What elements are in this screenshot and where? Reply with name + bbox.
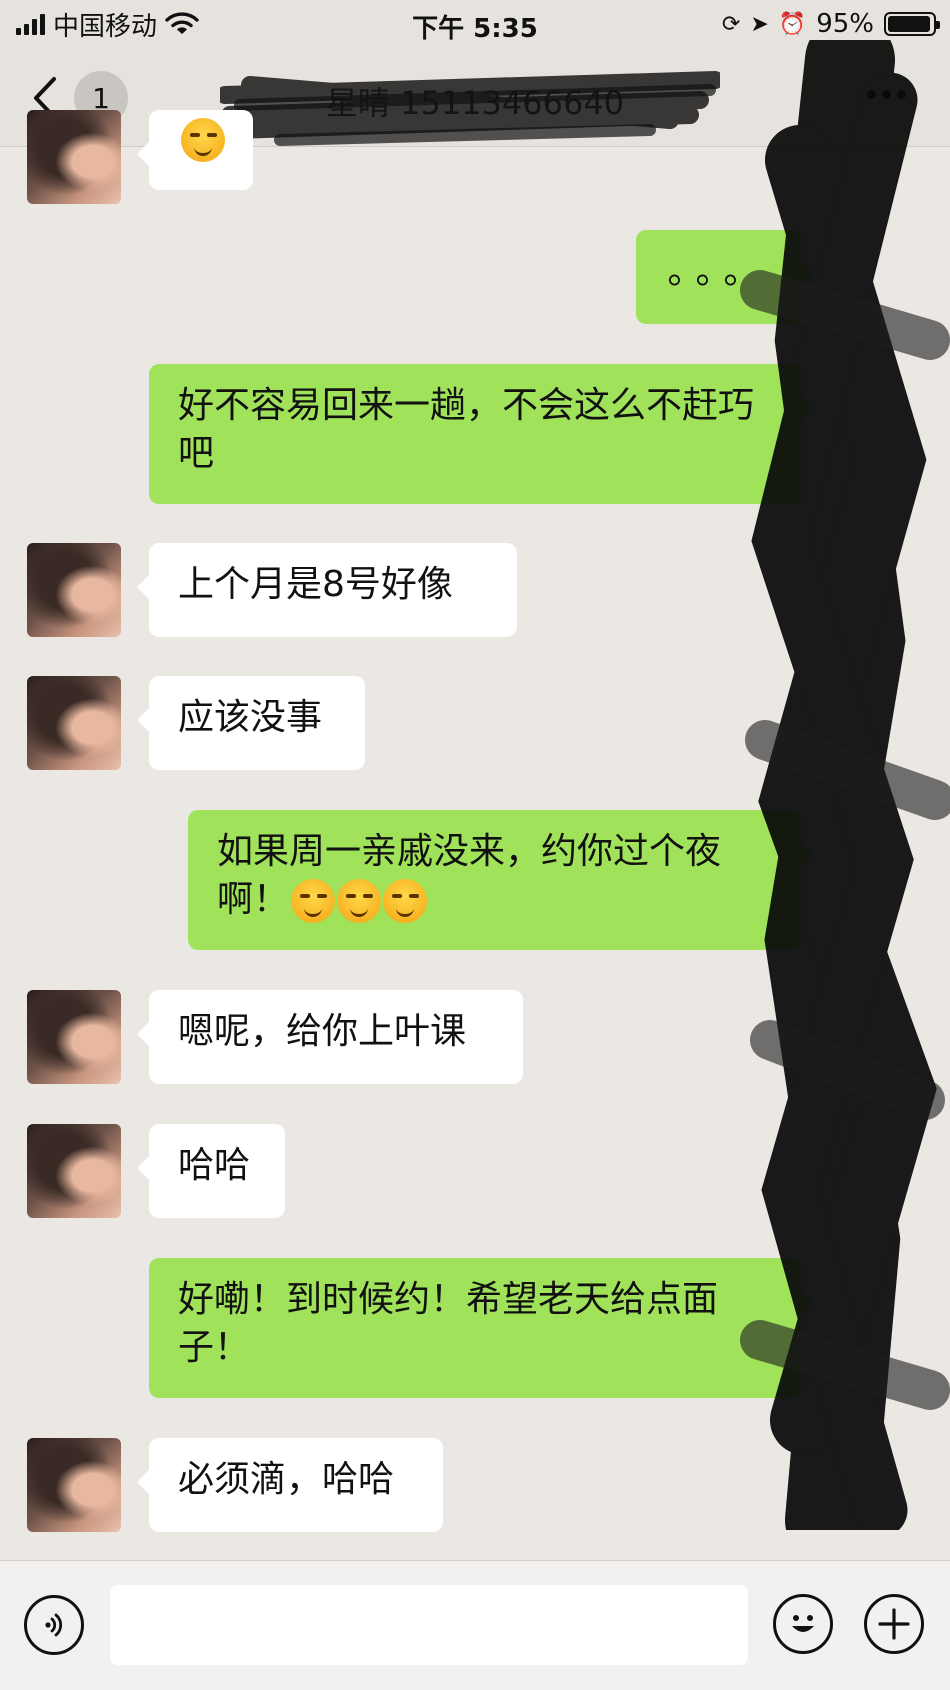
plus-icon xyxy=(878,1608,910,1640)
message-bubble[interactable]: 上个月是8号好像 xyxy=(137,543,517,637)
smiling-face-emoji xyxy=(291,879,336,923)
avatar[interactable] xyxy=(27,990,121,1084)
avatar[interactable] xyxy=(27,676,121,770)
status-right: ⟳ ➤ ⏰ 95% xyxy=(721,8,940,40)
avatar[interactable] xyxy=(27,1124,121,1218)
message-bubble[interactable]: 必须滴，哈哈 xyxy=(137,1438,443,1532)
message-text: 上个月是8号好像 xyxy=(178,564,453,605)
message-text: 哈哈 xyxy=(178,1145,251,1186)
message-bubble[interactable]: 哈哈 xyxy=(137,1124,285,1218)
voice-button[interactable] xyxy=(24,1595,84,1655)
voice-icon xyxy=(45,1613,63,1637)
avatar[interactable] xyxy=(27,543,121,637)
message-bubble[interactable]: 好不容易回来一趟，不会这么不赶巧吧 xyxy=(149,364,813,504)
title-redaction xyxy=(220,71,720,146)
message-text: 好不容易回来一趟，不会这么不赶巧吧 xyxy=(178,385,755,474)
message-bubble[interactable]: 嗯呢，给你上叶课 xyxy=(137,990,523,1084)
plus-button[interactable] xyxy=(864,1594,924,1654)
message-bubble[interactable]: 如果周一亲戚没来，约你过个夜啊！ xyxy=(188,810,813,950)
location-icon: ➤ xyxy=(750,11,769,37)
message-text: 必须滴，哈哈 xyxy=(178,1459,395,1500)
input-bar xyxy=(0,1560,950,1690)
smiling-face-emoji xyxy=(383,879,428,923)
message-text: 应该没事 xyxy=(178,697,323,738)
message-text: 好嘞！到时候约！希望老天给点面子！ xyxy=(178,1279,719,1368)
battery-icon xyxy=(884,12,940,36)
smiling-face-emoji xyxy=(337,879,382,923)
avatar[interactable] xyxy=(27,1438,121,1532)
message-bubble[interactable]: 好嘞！到时候约！希望老天给点面子！ xyxy=(149,1258,813,1398)
battery-percent: 95% xyxy=(816,9,874,39)
message-bubble[interactable]: 应该没事 xyxy=(137,676,365,770)
avatar[interactable] xyxy=(27,110,121,204)
emoji-button[interactable] xyxy=(773,1594,833,1654)
alarm-icon: ⏰ xyxy=(778,11,807,37)
emoji-icon xyxy=(792,1615,814,1632)
message-input[interactable] xyxy=(110,1585,748,1665)
emoji-icon xyxy=(181,118,225,162)
redaction-scribble xyxy=(740,40,950,1530)
message-text: 嗯呢，给你上叶课 xyxy=(178,1011,467,1052)
message-bubble-partial[interactable] xyxy=(137,110,253,190)
rotation-lock-icon: ⟳ xyxy=(721,11,741,37)
